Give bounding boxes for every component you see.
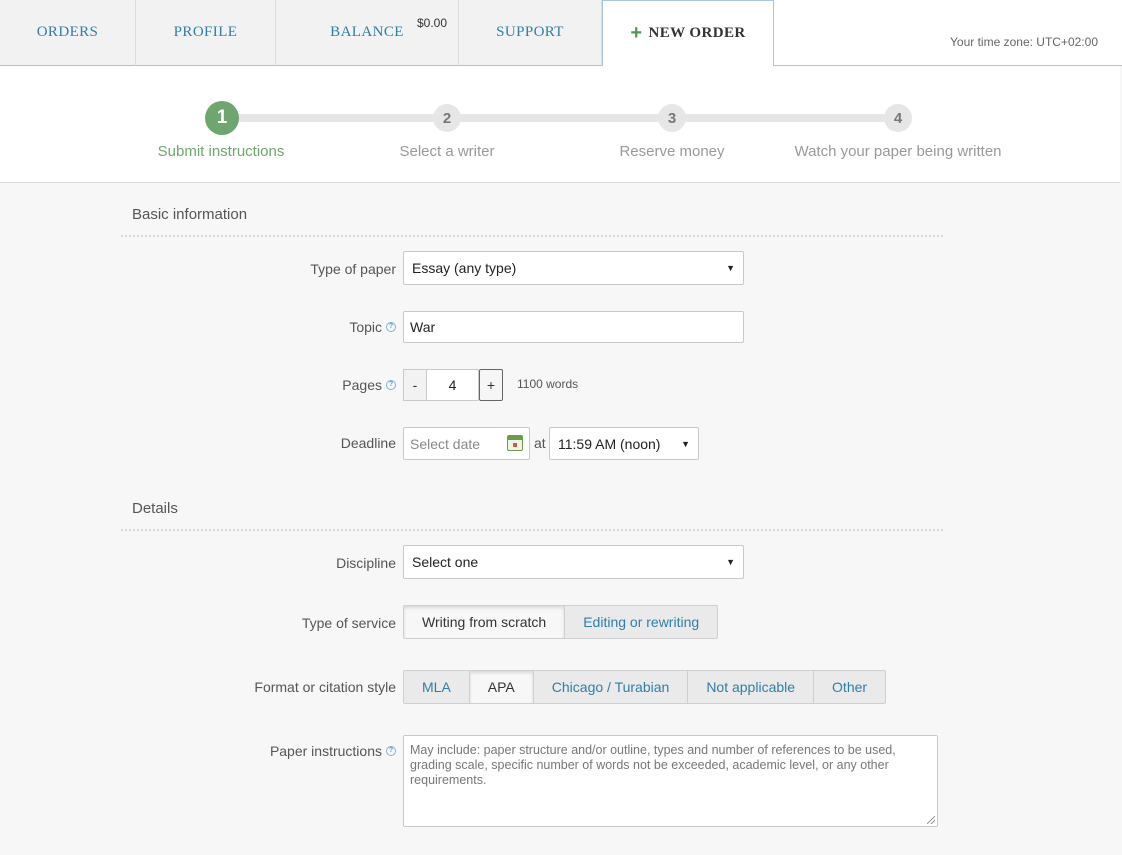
tab-balance[interactable]: BALANCE [276, 0, 459, 66]
pages-increment-button[interactable]: + [479, 369, 503, 401]
help-icon[interactable]: ? [386, 322, 396, 332]
type-of-service-label: Type of service [301, 615, 396, 631]
tab-profile-label: PROFILE [173, 24, 238, 40]
deadline-time-value: 11:59 AM (noon) [558, 435, 661, 452]
format-toggle: MLA APA Chicago / Turabian Not applicabl… [403, 670, 887, 704]
step-4-circle: 4 [884, 104, 912, 132]
calendar-icon[interactable] [507, 435, 523, 451]
deadline-at-text: at [534, 435, 546, 451]
top-nav: ORDERS PROFILE BALANCE SUPPORT + NEW ORD… [0, 0, 1122, 67]
format-label: Format or citation style [254, 679, 396, 695]
section-title-details: Details [132, 500, 178, 517]
tab-orders[interactable]: ORDERS [0, 0, 136, 66]
word-count: 1100 words [517, 377, 579, 391]
section-divider [121, 529, 943, 531]
section-title-basic: Basic information [132, 206, 248, 223]
topic-label: Topic [349, 319, 382, 335]
tab-profile[interactable]: PROFILE [136, 0, 276, 66]
instructions-label: Paper instructions [269, 743, 382, 759]
format-apa[interactable]: APA [469, 670, 534, 704]
tab-support-label: SUPPORT [496, 24, 564, 40]
deadline-date-input[interactable]: Select date [403, 427, 530, 460]
tab-balance-label: BALANCE [330, 24, 404, 40]
service-writing-from-scratch[interactable]: Writing from scratch [403, 605, 566, 639]
type-of-service-toggle: Writing from scratch Editing or rewritin… [403, 605, 719, 639]
deadline-date-placeholder: Select date [410, 435, 481, 452]
caret-down-icon: ▼ [726, 557, 735, 567]
format-chicago-turabian[interactable]: Chicago / Turabian [533, 670, 689, 704]
format-other[interactable]: Other [814, 670, 887, 704]
resize-handle-icon[interactable] [927, 816, 935, 824]
service-editing-or-rewriting[interactable]: Editing or rewriting [565, 605, 719, 639]
paper-instructions-placeholder: May include: paper structure and/or outl… [410, 743, 896, 787]
section-divider [121, 235, 943, 237]
topic-value: War [410, 319, 436, 335]
step-1-label: Submit instructions [157, 143, 285, 160]
discipline-value: Select one [412, 554, 479, 570]
timezone-text: Your time zone: UTC+02:00 [950, 35, 1098, 49]
tab-support[interactable]: SUPPORT [459, 0, 602, 66]
caret-down-icon: ▼ [681, 438, 690, 449]
format-mla[interactable]: MLA [403, 670, 470, 704]
pages-value: 4 [448, 377, 457, 393]
tab-new-order-label: NEW ORDER [648, 25, 746, 41]
progress-track [222, 114, 898, 122]
instructions-label-wrap: Paper instructions ? [270, 742, 396, 760]
pages-label: Pages [342, 377, 382, 393]
balance-amount: $0.00 [417, 16, 448, 30]
step-3-label: Reserve money [619, 143, 725, 160]
caret-down-icon: ▼ [726, 263, 735, 273]
deadline-label: Deadline [340, 435, 396, 451]
type-of-paper-select[interactable]: Essay (any type) ▼ [403, 251, 744, 285]
plus-icon: + [630, 22, 643, 44]
step-1-circle: 1 [205, 101, 239, 135]
paper-instructions-textarea[interactable]: May include: paper structure and/or outl… [403, 735, 938, 827]
step-3-circle: 3 [658, 104, 686, 132]
order-progress: 1 2 3 4 Submit instructions Select a wri… [0, 66, 1120, 183]
type-of-paper-value: Essay (any type) [412, 260, 517, 276]
deadline-time-select[interactable]: 11:59 AM (noon) ▼ [549, 427, 699, 460]
topic-input[interactable]: War [403, 311, 744, 343]
step-4-label: Watch your paper being written [794, 143, 1002, 160]
pages-input[interactable]: 4 [426, 369, 479, 401]
help-icon[interactable]: ? [386, 380, 396, 390]
topic-label-wrap: Topic ? [349, 318, 396, 336]
discipline-select[interactable]: Select one ▼ [403, 545, 744, 579]
pages-decrement-button[interactable]: - [403, 369, 427, 401]
step-2-circle: 2 [433, 104, 461, 132]
help-icon[interactable]: ? [386, 746, 396, 756]
type-of-paper-label: Type of paper [310, 261, 396, 277]
discipline-label: Discipline [336, 555, 396, 571]
step-2-label: Select a writer [399, 143, 495, 160]
tab-new-order[interactable]: + NEW ORDER [602, 0, 774, 67]
format-not-applicable[interactable]: Not applicable [688, 670, 815, 704]
pages-label-wrap: Pages ? [342, 376, 396, 394]
tab-orders-label: ORDERS [36, 24, 99, 40]
